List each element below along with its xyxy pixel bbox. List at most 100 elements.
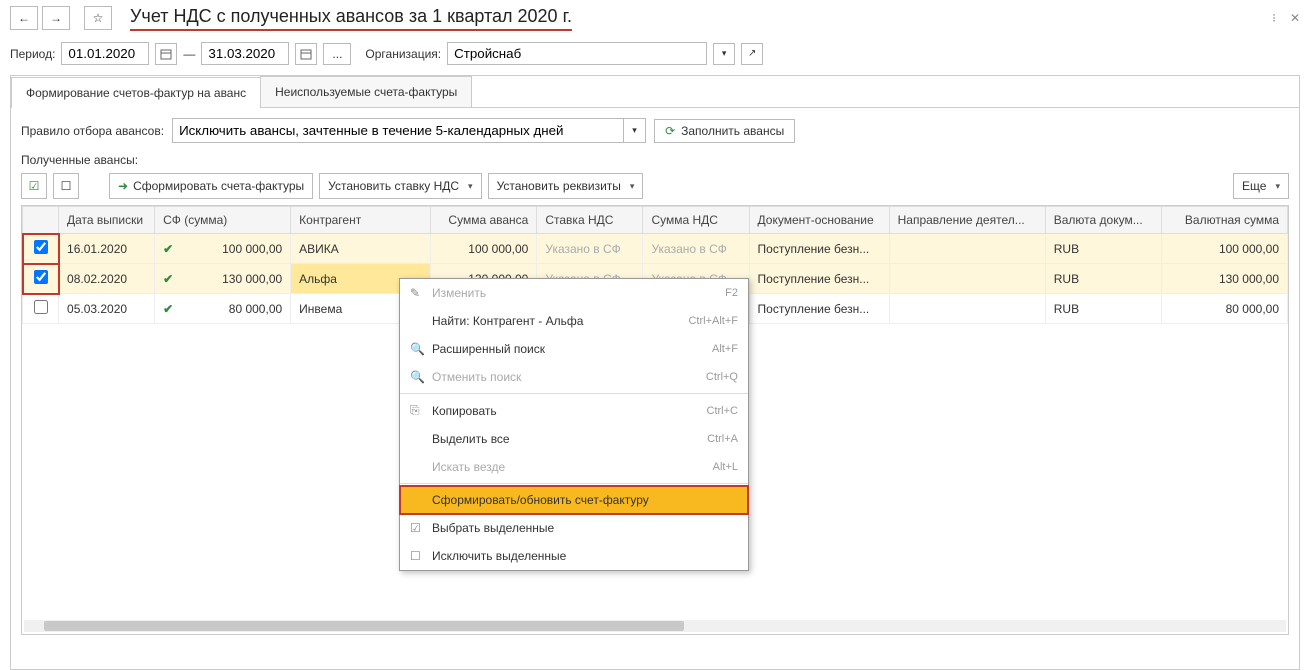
cell-sf: ✔100 000,00 (155, 234, 291, 264)
period-from-cal-button[interactable] (155, 43, 177, 65)
row-checkbox[interactable] (34, 300, 48, 314)
period-from-input[interactable] (61, 42, 149, 65)
col-sf[interactable]: СФ (сумма) (155, 207, 291, 234)
menu-item-label: Найти: Контрагент - Альфа (432, 314, 688, 328)
menu-item-shortcut: F2 (725, 287, 738, 299)
cell-currency: RUB (1045, 294, 1161, 324)
menu-item-icon: 🔍 (410, 342, 432, 356)
favorite-button[interactable]: ☆ (84, 6, 112, 30)
menu-separator (400, 483, 748, 484)
menu-item[interactable]: 🔍 Отменить поиск Ctrl+Q (400, 363, 748, 391)
cell-date: 05.03.2020 (59, 294, 155, 324)
menu-item[interactable]: 🔍 Расширенный поиск Alt+F (400, 335, 748, 363)
menu-item-icon: ⎘ (410, 403, 432, 418)
close-icon[interactable]: ✕ (1290, 11, 1300, 25)
period-dash: — (183, 47, 195, 61)
menu-item-label: Изменить (432, 286, 725, 300)
row-checkbox[interactable] (34, 240, 48, 254)
menu-item-shortcut: Ctrl+A (707, 433, 738, 445)
col-contractor[interactable]: Контрагент (291, 207, 431, 234)
menu-item[interactable]: ☑ Выбрать выделенные (400, 514, 748, 542)
col-vat[interactable]: Сумма НДС (643, 207, 749, 234)
col-check[interactable] (23, 207, 59, 234)
fill-advances-button[interactable]: ⟳ Заполнить авансы (654, 119, 795, 143)
check-icon: ✔ (163, 242, 173, 256)
cell-currency: RUB (1045, 264, 1161, 294)
open-icon: ↗ (748, 48, 756, 59)
menu-item-label: Выбрать выделенные (432, 521, 738, 535)
checkbox-none-icon: ☐ (61, 179, 72, 193)
period-to-input[interactable] (201, 42, 289, 65)
filter-dropdown-button[interactable]: ▾ (623, 119, 645, 142)
filter-select[interactable] (173, 119, 623, 142)
menu-item-icon: ☐ (410, 549, 432, 563)
tab-unused-invoices[interactable]: Неиспользуемые счета-фактуры (260, 76, 472, 107)
menu-item-label: Исключить выделенные (432, 549, 738, 563)
chevron-down-icon: ▾ (632, 125, 637, 136)
horizontal-scrollbar[interactable] (24, 620, 1286, 632)
menu-item-icon: 🔍 (410, 370, 432, 384)
cell-doc: Поступление безн... (749, 294, 889, 324)
set-props-button[interactable]: Установить реквизиты (488, 173, 644, 199)
nav-forward-button[interactable]: → (42, 6, 70, 30)
col-date[interactable]: Дата выписки (59, 207, 155, 234)
cell-vat: Указано в СФ (643, 234, 749, 264)
menu-item-shortcut: Alt+F (712, 343, 738, 355)
menu-item[interactable]: Найти: Контрагент - Альфа Ctrl+Alt+F (400, 307, 748, 335)
cell-contractor: АВИКА (291, 234, 431, 264)
col-rate[interactable]: Ставка НДС (537, 207, 643, 234)
more-button[interactable]: Еще (1233, 173, 1289, 199)
row-checkbox[interactable] (34, 270, 48, 284)
org-label: Организация: (365, 47, 441, 61)
menu-item-label: Искать везде (432, 460, 713, 474)
arrow-right-icon: ➜ (118, 179, 128, 193)
org-input[interactable] (447, 42, 707, 65)
menu-item-label: Сформировать/обновить счет-фактуру (432, 493, 738, 507)
col-currency[interactable]: Валюта докум... (1045, 207, 1161, 234)
table-row[interactable]: 16.01.2020 ✔100 000,00 АВИКА 100 000,00 … (23, 234, 1288, 264)
cell-direction (889, 294, 1045, 324)
menu-item-label: Расширенный поиск (432, 342, 712, 356)
menu-item-label: Отменить поиск (432, 370, 706, 384)
menu-item-label: Копировать (432, 404, 707, 418)
menu-item[interactable]: ☐ Исключить выделенные (400, 542, 748, 570)
arrow-left-icon: ← (18, 11, 30, 25)
cell-direction (889, 264, 1045, 294)
tab-form-invoices[interactable]: Формирование счетов-фактур на аванс (11, 77, 261, 108)
form-invoices-button[interactable]: ➜ Сформировать счета-фактуры (109, 173, 313, 199)
col-sum[interactable]: Сумма аванса (431, 207, 537, 234)
menu-item[interactable]: Искать везде Alt+L (400, 453, 748, 481)
calendar-icon (160, 48, 172, 60)
menu-item-shortcut: Alt+L (713, 461, 738, 473)
cell-curr-sum: 100 000,00 (1161, 234, 1287, 264)
menu-item[interactable]: Сформировать/обновить счет-фактуру (400, 486, 748, 514)
cell-curr-sum: 80 000,00 (1161, 294, 1287, 324)
menu-item[interactable]: Выделить все Ctrl+A (400, 425, 748, 453)
deselect-all-button[interactable]: ☐ (53, 173, 79, 199)
more-menu-icon[interactable]: ⁝ (1272, 11, 1276, 25)
star-icon: ☆ (93, 11, 104, 25)
col-curr-sum[interactable]: Валютная сумма (1161, 207, 1287, 234)
checkbox-all-icon: ☑ (29, 179, 40, 193)
menu-item[interactable]: ✎ Изменить F2 (400, 279, 748, 307)
menu-item-shortcut: Ctrl+Q (706, 371, 738, 383)
col-doc[interactable]: Документ-основание (749, 207, 889, 234)
menu-item-shortcut: Ctrl+C (707, 405, 738, 417)
menu-separator (400, 393, 748, 394)
set-vat-rate-button[interactable]: Установить ставку НДС (319, 173, 481, 199)
select-all-button[interactable]: ☑ (21, 173, 47, 199)
col-direction[interactable]: Направление деятел... (889, 207, 1045, 234)
org-dropdown-button[interactable]: ▾ (713, 43, 735, 65)
filter-label: Правило отбора авансов: (21, 124, 164, 138)
org-open-button[interactable]: ↗ (741, 43, 763, 65)
period-to-cal-button[interactable] (295, 43, 317, 65)
section-label: Полученные авансы: (21, 153, 1289, 167)
menu-item[interactable]: ⎘ Копировать Ctrl+C (400, 396, 748, 425)
nav-back-button[interactable]: ← (10, 6, 38, 30)
cell-doc: Поступление безн... (749, 234, 889, 264)
cell-currency: RUB (1045, 234, 1161, 264)
menu-item-icon: ☑ (410, 521, 432, 535)
period-select-button[interactable]: ... (323, 43, 351, 65)
menu-item-label: Выделить все (432, 432, 707, 446)
chevron-down-icon: ▾ (722, 48, 727, 59)
